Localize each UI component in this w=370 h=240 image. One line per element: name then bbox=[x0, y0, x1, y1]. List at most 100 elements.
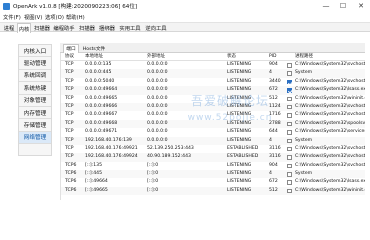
table-row[interactable]: TCP6 [::]:49664 [::]:0 LISTENING 672 C:\Windo… bbox=[61, 178, 365, 186]
cell-state: LISTENING bbox=[227, 103, 252, 109]
cell-remote-address: [::]:0 bbox=[147, 187, 159, 193]
row-checkbox[interactable] bbox=[287, 104, 292, 110]
table-row[interactable]: TCP6 [::]:135 [::]:0 LISTENING 904 C:\Windows… bbox=[61, 162, 365, 170]
row-checkbox[interactable] bbox=[287, 163, 292, 169]
tab-hosts-file[interactable]: Hosts文件 bbox=[80, 44, 108, 53]
cell-pid: 512 bbox=[269, 95, 278, 101]
row-checkbox[interactable] bbox=[287, 146, 292, 152]
network-subtab-bar: 端口 Hosts文件 bbox=[60, 43, 365, 53]
cell-local-address: [::]:135 bbox=[85, 162, 102, 168]
row-checkbox[interactable] bbox=[287, 88, 292, 93]
sidebar-item-drivers[interactable]: 驱动管理 bbox=[19, 57, 51, 70]
maximize-icon[interactable]: ☐ bbox=[335, 0, 351, 12]
tab-kernel[interactable]: 内核 bbox=[17, 23, 31, 33]
row-checkbox[interactable] bbox=[287, 138, 292, 144]
cell-state: LISTENING bbox=[227, 120, 252, 126]
cell-remote-address: [::]:0 bbox=[147, 171, 159, 177]
table-row[interactable]: TCP6 [::]:49665 [::]:0 LISTENING 512 C:\Windo… bbox=[61, 186, 365, 196]
column-header-protocol[interactable]: 协议 bbox=[65, 53, 85, 61]
cell-remote-address: 0.0.0.0:0 bbox=[147, 87, 168, 93]
table-body: TCP 0.0.0.0:135 0.0.0.0:0 LISTENING 904 C:\Wi… bbox=[61, 61, 365, 196]
cell-process-path: C:\Windows\System32\svchost.exe bbox=[295, 62, 365, 67]
cell-state: ESTABLISHED bbox=[227, 145, 259, 151]
row-checkbox[interactable] bbox=[287, 71, 292, 76]
table-row[interactable]: TCP 0.0.0.0:49664 0.0.0.0:0 LISTENING 672 C:\… bbox=[61, 86, 365, 95]
sidebar-item-network[interactable]: 网络管理 bbox=[19, 131, 51, 145]
cell-protocol: TCP bbox=[65, 145, 74, 151]
window-title: OpenArk v1.0.8 [构建:2020090223:06] 64位] bbox=[13, 4, 138, 10]
table-row[interactable]: TCP 192.168.40.176:139 0.0.0.0:0 LISTENING 4… bbox=[61, 136, 365, 145]
cell-state: LISTENING bbox=[227, 179, 252, 185]
column-header-remote-address[interactable]: 外部地址 bbox=[147, 53, 220, 61]
cell-local-address: 0.0.0.0:445 bbox=[85, 70, 112, 76]
cell-local-address: 0.0.0.0:135 bbox=[85, 62, 112, 67]
table-row[interactable]: TCP 192.168.40.176:49921 52.139.250.253:44… bbox=[61, 145, 365, 153]
menu-file[interactable]: 文件(F) bbox=[3, 12, 21, 22]
sidebar-item-hotkeys[interactable]: 系统热键 bbox=[19, 82, 51, 95]
row-checkbox[interactable] bbox=[287, 155, 292, 160]
table-row[interactable]: TCP 0.0.0.0:5040 0.0.0.0:0 LISTENING 3440 C:\… bbox=[61, 78, 365, 86]
column-header-pid[interactable]: PID bbox=[269, 53, 285, 61]
tab-scanner-2[interactable]: 扫描器 bbox=[78, 23, 96, 33]
tab-utilities[interactable]: 实用工具 bbox=[118, 23, 142, 33]
cell-protocol: TCP bbox=[65, 112, 74, 118]
tab-scanner[interactable]: 扫描器 bbox=[33, 23, 51, 33]
row-checkbox[interactable] bbox=[287, 172, 292, 177]
menu-options[interactable]: 选项(O) bbox=[45, 12, 64, 22]
cell-local-address: 0.0.0.0:49671 bbox=[85, 129, 118, 135]
cell-local-address: 0.0.0.0:49668 bbox=[85, 120, 118, 126]
kernel-sidebar: 内核入口 驱动管理 系统回调 系统热键 对象管理 内存管理 存储管理 网络管理 bbox=[18, 44, 52, 156]
close-icon[interactable]: ✕ bbox=[353, 0, 369, 12]
table-row[interactable]: TCP 0.0.0.0:49671 0.0.0.0:0 LISTENING 644 C:\… bbox=[61, 128, 365, 136]
row-checkbox[interactable] bbox=[287, 188, 292, 194]
tab-coder-kit[interactable]: 编程助手 bbox=[52, 23, 76, 33]
cell-pid: 644 bbox=[269, 129, 278, 135]
table-row[interactable]: TCP6 [::]:445 [::]:0 LISTENING 4 System bbox=[61, 170, 365, 179]
table-row[interactable]: TCP 0.0.0.0:135 0.0.0.0:0 LISTENING 904 C:\Wi… bbox=[61, 61, 365, 69]
menu-help[interactable]: 帮助(H) bbox=[66, 12, 85, 22]
column-header-state[interactable]: 状态 bbox=[227, 53, 269, 61]
table-row[interactable]: TCP 0.0.0.0:445 0.0.0.0:0 LISTENING 4 System bbox=[61, 69, 365, 78]
tab-ports[interactable]: 端口 bbox=[63, 44, 79, 53]
row-checkbox[interactable] bbox=[287, 63, 292, 68]
cell-process-path: C:\Windows\System32\services.exe bbox=[295, 129, 365, 135]
table-row[interactable]: TCP 0.0.0.0:49666 0.0.0.0:0 LISTENING 1124 C:… bbox=[61, 102, 365, 112]
sidebar-item-memory[interactable]: 内存管理 bbox=[19, 107, 51, 120]
cell-remote-address: [::]:0 bbox=[147, 162, 159, 168]
cell-pid: 4 bbox=[269, 171, 272, 177]
sidebar-item-storage[interactable]: 存储管理 bbox=[19, 119, 51, 132]
table-row[interactable]: TCP 192.168.40.176:49924 40.90.189.152:443… bbox=[61, 153, 365, 162]
column-header-process-path[interactable]: 进程路径 bbox=[295, 53, 365, 61]
cell-process-path: C:\Windows\System32\svchost.exe bbox=[295, 112, 365, 118]
row-checkbox[interactable] bbox=[287, 121, 292, 127]
table-row[interactable]: TCP 0.0.0.0:49667 0.0.0.0:0 LISTENING 1716 C:… bbox=[61, 111, 365, 119]
row-checkbox[interactable] bbox=[287, 113, 292, 118]
cell-state: LISTENING bbox=[227, 137, 252, 143]
sidebar-item-callbacks[interactable]: 系统回调 bbox=[19, 70, 51, 83]
row-checkbox[interactable] bbox=[287, 96, 292, 102]
ports-table: 协议 本地地址 外部地址 状态 PID 进程路径 TCP 0.0.0.0:135 0… bbox=[60, 53, 365, 200]
sidebar-item-objects[interactable]: 对象管理 bbox=[19, 95, 51, 107]
cell-state: LISTENING bbox=[227, 78, 252, 84]
tab-reverse-tools[interactable]: 逆向工具 bbox=[144, 23, 168, 33]
menu-view[interactable]: 视图(V) bbox=[24, 12, 42, 22]
cell-state: LISTENING bbox=[227, 129, 252, 135]
sidebar-item-kernel-entry[interactable]: 内核入口 bbox=[19, 45, 51, 58]
cell-protocol: TCP bbox=[65, 87, 74, 93]
minimize-icon[interactable]: — bbox=[318, 0, 334, 12]
cell-state: LISTENING bbox=[227, 162, 252, 168]
tab-bundler[interactable]: 捆绑器 bbox=[98, 23, 116, 33]
cell-local-address: 192.168.40.176:49924 bbox=[85, 154, 138, 160]
table-row[interactable]: TCP 0.0.0.0:49668 0.0.0.0:0 LISTENING 2788 C:… bbox=[61, 119, 365, 129]
table-row[interactable]: TCP 0.0.0.0:49665 0.0.0.0:0 LISTENING 512 C:\… bbox=[61, 95, 365, 103]
cell-state: LISTENING bbox=[227, 187, 252, 193]
column-header-local-address[interactable]: 本地地址 bbox=[85, 53, 147, 61]
cell-local-address: [::]:49664 bbox=[85, 179, 108, 185]
row-checkbox[interactable] bbox=[287, 79, 292, 85]
row-checkbox[interactable] bbox=[287, 180, 292, 185]
tab-process[interactable]: 进程 bbox=[2, 23, 16, 33]
cell-process-path: C:\Windows\System32\spoolsv.exe bbox=[295, 120, 365, 126]
row-checkbox[interactable] bbox=[287, 130, 292, 135]
cell-protocol: TCP bbox=[65, 103, 74, 109]
cell-pid: 2788 bbox=[269, 120, 281, 126]
